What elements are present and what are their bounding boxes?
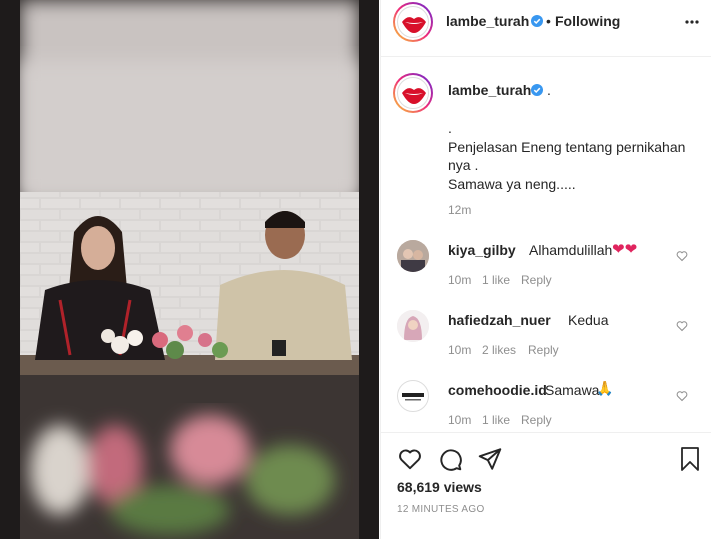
- commenter-avatar[interactable]: [397, 380, 429, 412]
- avatar-photo-icon: [397, 240, 429, 272]
- like-comment-heart-icon[interactable]: [676, 250, 688, 262]
- header-separator: •: [546, 13, 551, 29]
- comment-text: Samawa: [545, 382, 600, 398]
- caption-line: Samawa ya neng.....: [448, 175, 576, 192]
- comment-text: Kedua: [568, 312, 609, 328]
- comment-time[interactable]: 10m: [448, 343, 471, 357]
- comment-item: kiya_gilby Alhamdulillah ❤❤ 10m 1 like R…: [381, 236, 711, 296]
- post-detail-panel: lambe_turah • Following lambe_turah . . …: [380, 0, 711, 539]
- author-avatar[interactable]: [393, 2, 433, 42]
- comment-username[interactable]: comehoodie.id: [448, 382, 547, 398]
- comment-item: hafiedzah_nuer Kedua 10m 2 likes Reply: [381, 306, 711, 366]
- caption-username[interactable]: lambe_turah: [448, 82, 531, 98]
- reply-button[interactable]: Reply: [521, 273, 552, 287]
- author-username[interactable]: lambe_turah: [446, 13, 529, 29]
- comment-time[interactable]: 10m: [448, 273, 471, 287]
- caption-line: Penjelasan Eneng tentang pernikahan: [448, 138, 686, 155]
- reply-button[interactable]: Reply: [528, 343, 559, 357]
- lips-logo-icon: [402, 88, 426, 104]
- comehoodie-logo-icon: [402, 393, 424, 401]
- reply-button[interactable]: Reply: [521, 413, 552, 427]
- verified-badge-icon: [531, 84, 543, 96]
- comment-time[interactable]: 10m: [448, 413, 471, 427]
- comment-likes[interactable]: 1 like: [482, 273, 510, 287]
- avatar-photo-icon: [397, 310, 429, 342]
- more-horizontal-icon[interactable]: [684, 14, 700, 30]
- caption-suffix: .: [547, 82, 551, 98]
- caption-avatar[interactable]: [393, 73, 433, 113]
- post-timestamp[interactable]: 12 MINUTES AGO: [397, 504, 485, 515]
- like-comment-heart-icon[interactable]: [676, 390, 688, 402]
- comment-likes[interactable]: 1 like: [482, 413, 510, 427]
- like-comment-heart-icon[interactable]: [676, 320, 688, 332]
- following-button[interactable]: Following: [555, 13, 620, 29]
- post-actions: 68,619 views 12 MINUTES AGO: [381, 432, 711, 539]
- post-video[interactable]: [0, 0, 379, 539]
- commenter-avatar[interactable]: [397, 310, 429, 342]
- view-count[interactable]: 68,619 views: [397, 479, 482, 495]
- caption-time[interactable]: 12m: [448, 203, 471, 217]
- caption-text: . Penjelasan Eneng tentang pernikahan ny…: [448, 119, 685, 193]
- post-header: lambe_turah • Following: [381, 0, 711, 57]
- comment-username[interactable]: hafiedzah_nuer: [448, 312, 551, 328]
- comment-text: Alhamdulillah: [529, 242, 613, 258]
- lips-logo-icon: [402, 17, 426, 33]
- video-frame: [0, 0, 379, 539]
- share-paper-plane-icon[interactable]: [477, 446, 503, 472]
- caption-line: nya .: [448, 157, 479, 173]
- comment-item: comehoodie.id Samawa 🙏 10m 1 like Reply: [381, 376, 711, 432]
- comment-bubble-icon[interactable]: [437, 446, 463, 472]
- comment-likes[interactable]: 2 likes: [482, 343, 516, 357]
- caption-line: .: [448, 120, 452, 136]
- pray-emoji: 🙏: [596, 380, 614, 396]
- like-heart-icon[interactable]: [397, 446, 423, 472]
- commenter-avatar[interactable]: [397, 240, 429, 272]
- heart-emoji: ❤❤: [612, 241, 638, 258]
- save-bookmark-icon[interactable]: [678, 446, 702, 472]
- comment-username[interactable]: kiya_gilby: [448, 242, 516, 258]
- verified-badge-icon: [531, 15, 543, 27]
